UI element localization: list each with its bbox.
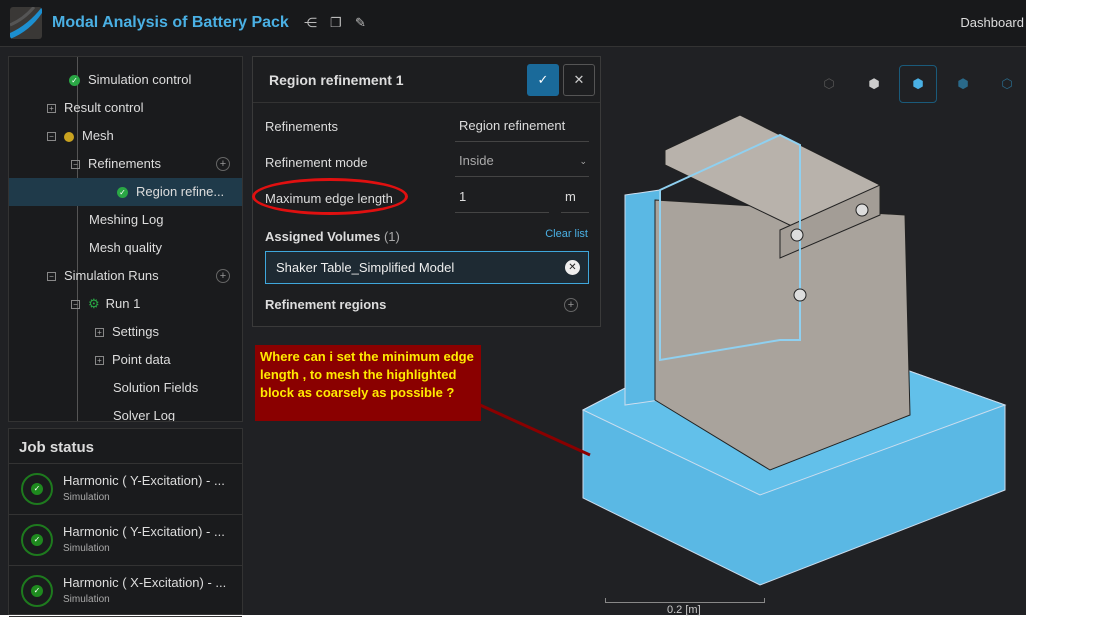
dialog-title: Region refinement 1 [269, 72, 404, 88]
annotation-ellipse [252, 178, 408, 215]
refinement-mode-label: Refinement mode [265, 155, 368, 170]
confirm-button[interactable]: ✓ [527, 64, 559, 96]
refinement-mode-select[interactable]: Inside ⌄ [455, 147, 589, 177]
scale-label: 0.2 [m] [667, 604, 701, 616]
chevron-down-icon: ⌄ [579, 156, 587, 166]
assigned-volumes-label: Assigned Volumes (1) [265, 229, 400, 244]
add-region-icon[interactable]: + [564, 298, 578, 312]
max-edge-length-input[interactable]: 1 [455, 183, 549, 213]
refinements-value: Region refinement [455, 112, 589, 142]
solid-cube-icon[interactable]: ⬢ [855, 65, 893, 103]
wireframe-cube-icon[interactable]: ⬡ [810, 65, 848, 103]
clear-list-link[interactable]: Clear list [545, 228, 588, 240]
remove-icon[interactable]: ✕ [565, 260, 580, 275]
refinements-label: Refinements [265, 119, 338, 134]
app: Modal Analysis of Battery Pack ⋲ ❐ ✎ Das… [0, 0, 1026, 617]
annotation-note: Where can i set the minimum edge length … [255, 345, 481, 421]
dashed-cube-icon[interactable]: ⬡ [988, 65, 1026, 103]
dark-cube-icon[interactable]: ⬢ [944, 65, 982, 103]
unit-select[interactable]: m [561, 183, 589, 213]
assigned-volume-chip[interactable]: Shaker Table_Simplified Model ✕ [265, 251, 589, 284]
refinement-regions-label: Refinement regions [265, 297, 387, 312]
scale-bar [605, 598, 765, 603]
close-button[interactable]: ✕ [563, 64, 595, 96]
shaded-cube-icon[interactable]: ⬢ [899, 65, 937, 103]
